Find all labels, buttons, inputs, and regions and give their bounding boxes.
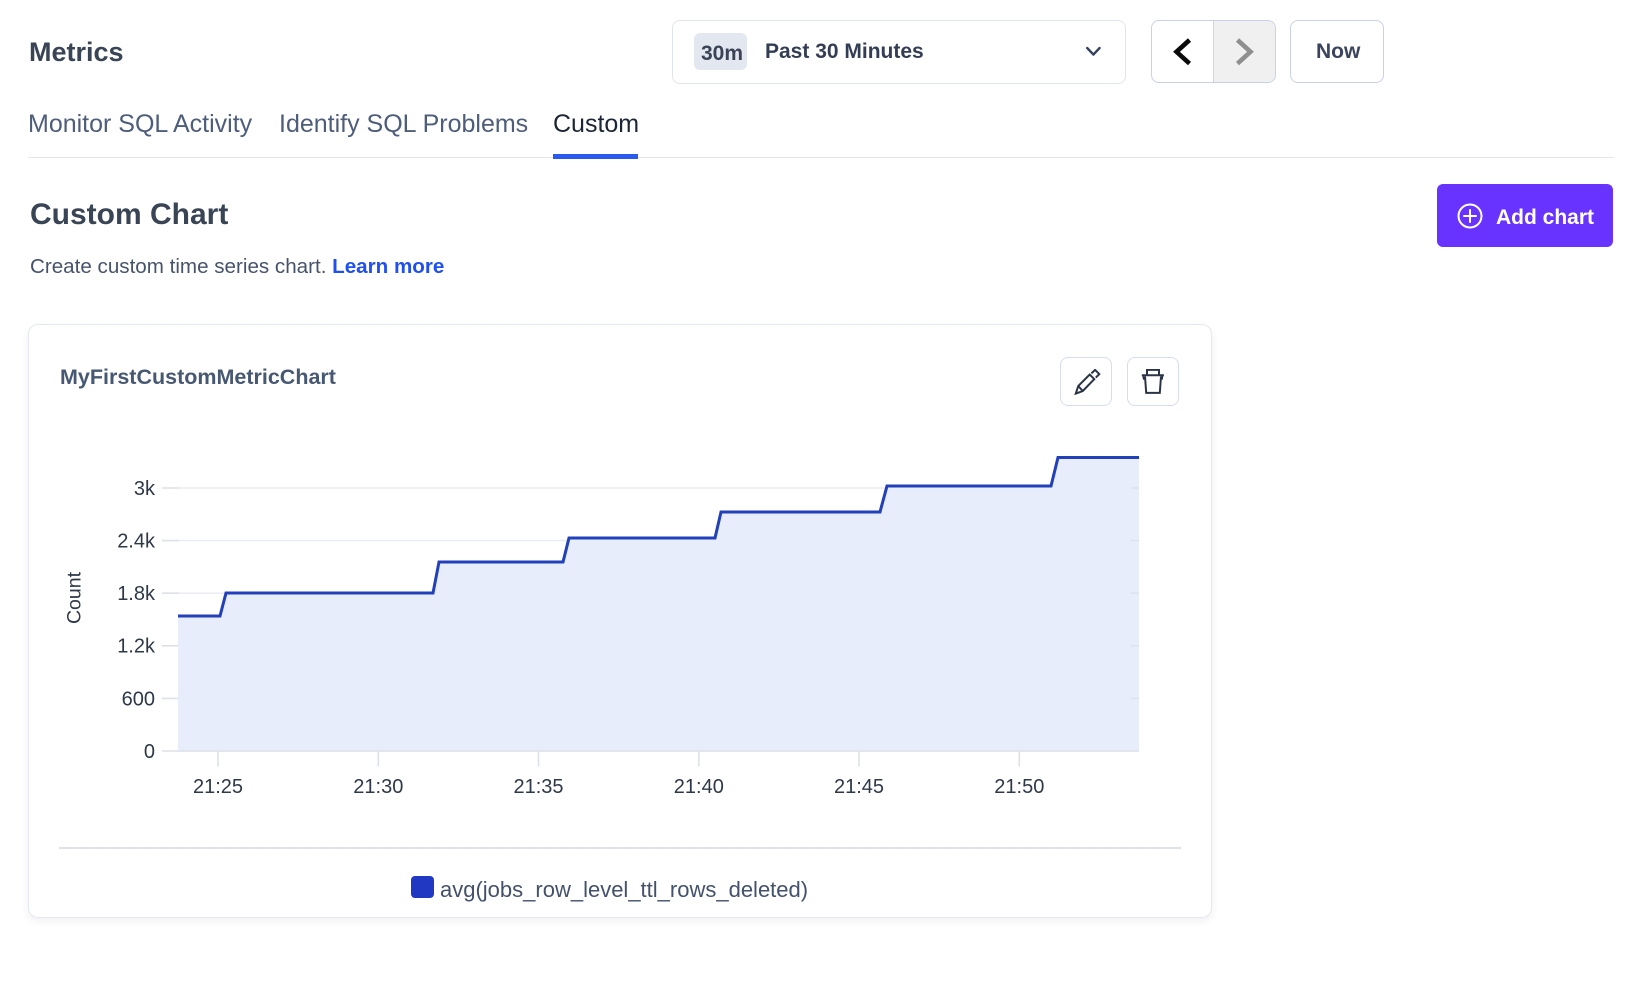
svg-text:1.8k: 1.8k (117, 583, 156, 605)
svg-text:21:25: 21:25 (193, 776, 243, 798)
svg-text:2.4k: 2.4k (117, 531, 156, 553)
svg-text:3k: 3k (134, 478, 156, 500)
svg-text:21:40: 21:40 (674, 776, 724, 798)
svg-text:Count: Count (64, 571, 86, 624)
svg-text:1.2k: 1.2k (117, 636, 156, 658)
svg-text:21:45: 21:45 (834, 776, 884, 798)
svg-text:21:35: 21:35 (513, 776, 563, 798)
svg-text:600: 600 (122, 688, 155, 710)
svg-text:21:30: 21:30 (353, 776, 403, 798)
svg-text:21:50: 21:50 (994, 776, 1044, 798)
svg-text:0: 0 (144, 741, 155, 763)
